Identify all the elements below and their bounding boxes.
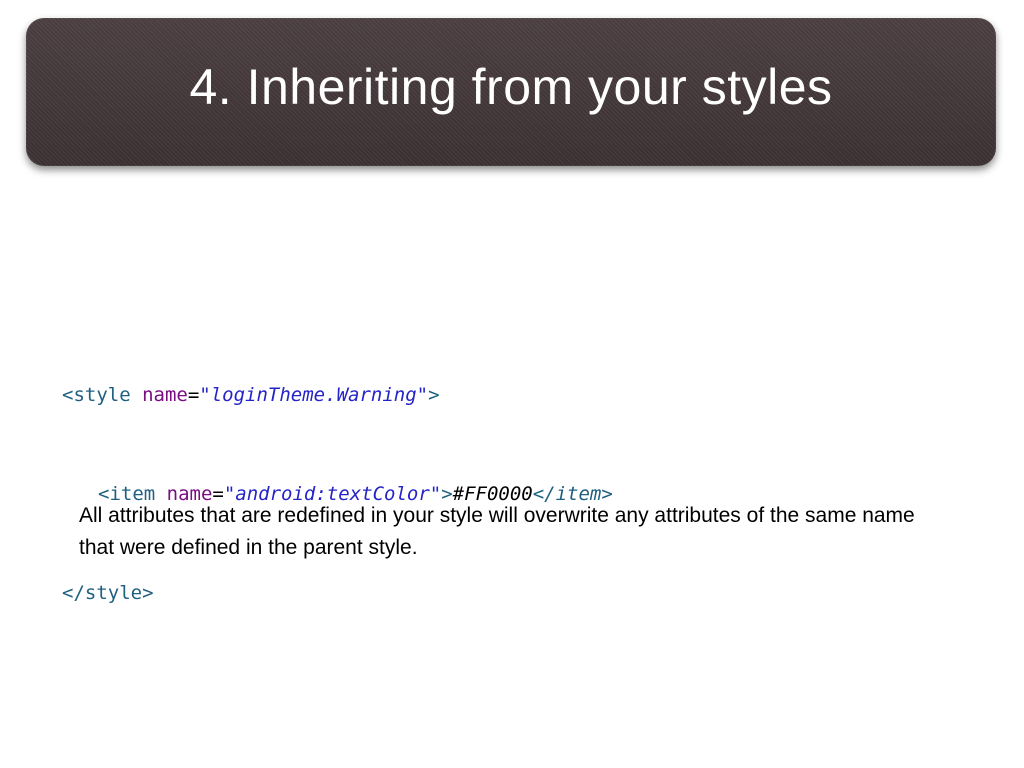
code-attribute-value: "loginTheme.Warning" [199,384,429,406]
code-tag-close: > [428,384,440,406]
slide-title: 4. Inheriting from your styles [189,59,833,115]
code-equals: = [187,384,200,406]
code-tag-end: </style> [62,582,154,604]
code-tag-open: <style [62,384,143,406]
code-line-1: <style name="loginTheme.Warning"> [62,379,613,412]
code-block: <style name="loginTheme.Warning"> <item … [62,313,613,676]
body-paragraph: All attributes that are redefined in you… [79,504,915,559]
slide: 4. Inheriting from your styles <style na… [0,0,1024,768]
code-attribute: name [142,384,188,406]
code-line-3: </style> [62,577,613,610]
title-banner: 4. Inheriting from your styles [26,18,996,166]
